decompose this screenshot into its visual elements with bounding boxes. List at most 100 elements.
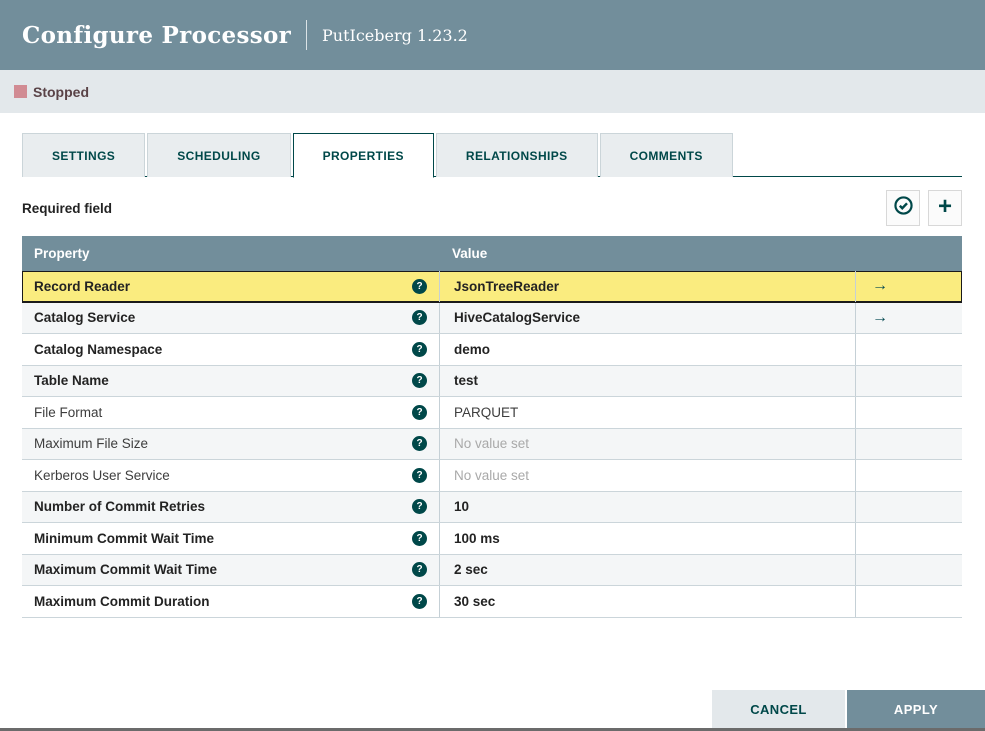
actions-cell: → [855, 397, 962, 428]
table-row[interactable]: Maximum Commit Wait Time ? 2 sec → [22, 554, 962, 586]
table-row[interactable]: Table Name ? test → [22, 365, 962, 397]
value-cell[interactable]: PARQUET [439, 397, 855, 428]
value-cell[interactable]: HiveCatalogService [439, 302, 855, 333]
go-to-service-icon[interactable]: → [872, 309, 888, 326]
actions-cell: → [855, 428, 962, 459]
property-name: Record Reader [34, 278, 131, 294]
value-cell[interactable]: 10 [439, 491, 855, 522]
property-name: Table Name [34, 373, 109, 389]
value-cell[interactable]: demo [439, 334, 855, 365]
property-name: Maximum Commit Duration [34, 593, 210, 609]
property-value: JsonTreeReader [454, 278, 560, 294]
apply-button[interactable]: APPLY [847, 690, 985, 728]
help-icon[interactable]: ? [412, 499, 427, 515]
actions-cell: → [855, 334, 962, 365]
property-cell: Record Reader ? [22, 271, 439, 302]
tab-comments[interactable]: COMMENTS [599, 133, 733, 177]
property-value: PARQUET [454, 404, 519, 420]
cancel-button[interactable]: CANCEL [712, 690, 845, 728]
required-field-label: Required field [22, 200, 113, 216]
help-icon[interactable]: ? [412, 373, 427, 389]
tab-properties[interactable]: PROPERTIES [292, 133, 434, 178]
verify-properties-icon [893, 195, 914, 221]
property-cell: Catalog Namespace ? [22, 334, 439, 365]
property-value: 10 [454, 499, 470, 515]
property-cell: File Format ? [22, 397, 439, 428]
property-name: Minimum Commit Wait Time [34, 530, 215, 546]
property-value: demo [454, 341, 491, 357]
properties-toolbar: Required field + [22, 190, 962, 226]
value-cell[interactable]: test [439, 365, 855, 396]
go-to-service-icon[interactable]: → [872, 278, 888, 294]
property-cell: Maximum Commit Wait Time ? [22, 555, 439, 586]
actions-cell: → [855, 460, 962, 491]
table-row[interactable]: Maximum Commit Duration ? 30 sec → [22, 586, 962, 618]
help-icon[interactable]: ? [412, 436, 427, 452]
property-name: Number of Commit Retries [34, 499, 206, 515]
property-name: Maximum Commit Wait Time [34, 562, 218, 578]
property-value: 100 ms [454, 530, 500, 546]
tab-label: SCHEDULING [177, 148, 261, 163]
help-icon[interactable]: ? [412, 404, 427, 420]
property-value: test [454, 373, 479, 389]
value-cell[interactable]: JsonTreeReader [439, 271, 855, 302]
property-name: Catalog Service [34, 310, 136, 326]
actions-cell: → [855, 365, 962, 396]
property-name: Kerberos User Service [34, 467, 170, 483]
property-name: Catalog Namespace [34, 341, 163, 357]
table-row[interactable]: Kerberos User Service ? No value set → [22, 460, 962, 492]
property-cell: Maximum Commit Duration ? [22, 586, 439, 617]
table-row[interactable]: Catalog Service ? HiveCatalogService → [22, 302, 962, 334]
property-name: File Format [34, 404, 103, 420]
table-row[interactable]: Record Reader ? JsonTreeReader → [22, 271, 962, 303]
toolbar-buttons: + [886, 190, 962, 226]
value-cell[interactable]: No value set [439, 428, 855, 459]
stopped-icon [14, 85, 27, 98]
dialog-header: Configure Processor PutIceberg 1.23.2 [0, 0, 985, 70]
value-cell[interactable]: 30 sec [439, 586, 855, 617]
table-row[interactable]: Maximum File Size ? No value set → [22, 428, 962, 460]
property-value: 30 sec [454, 593, 496, 609]
property-name: Maximum File Size [34, 436, 149, 452]
help-icon[interactable]: ? [412, 310, 427, 326]
tab-relationships[interactable]: RELATIONSHIPS [435, 133, 598, 177]
tab-scheduling[interactable]: SCHEDULING [147, 133, 291, 177]
table-row[interactable]: Catalog Namespace ? demo → [22, 334, 962, 366]
actions-cell: → [855, 491, 962, 522]
tab-settings[interactable]: SETTINGS [22, 133, 146, 177]
tab-label: COMMENTS [629, 148, 703, 163]
value-cell[interactable]: No value set [439, 460, 855, 491]
actions-cell: → [855, 271, 962, 302]
help-icon[interactable]: ? [412, 467, 427, 483]
property-value: No value set [454, 467, 530, 483]
properties-table: Property Value Record Reader ? JsonTreeR… [22, 236, 962, 618]
actions-cell: → [855, 302, 962, 333]
property-cell: Catalog Service ? [22, 303, 439, 334]
table-row[interactable]: Number of Commit Retries ? 10 → [22, 491, 962, 523]
help-icon[interactable]: ? [412, 530, 427, 546]
status-bar: Stopped [0, 70, 985, 113]
verify-properties-button[interactable] [886, 190, 920, 226]
add-property-button[interactable]: + [928, 190, 962, 226]
property-cell: Table Name ? [22, 366, 439, 397]
table-row[interactable]: Minimum Commit Wait Time ? 100 ms → [22, 523, 962, 555]
actions-cell: → [855, 523, 962, 554]
table-row[interactable]: File Format ? PARQUET → [22, 397, 962, 429]
help-icon[interactable]: ? [412, 562, 427, 578]
title-divider [306, 20, 308, 50]
help-icon[interactable]: ? [412, 341, 427, 357]
processor-type-version: PutIceberg 1.23.2 [322, 25, 468, 45]
property-value: HiveCatalogService [454, 310, 581, 326]
column-header-value: Value [452, 246, 488, 261]
property-cell: Minimum Commit Wait Time ? [22, 523, 439, 554]
tab-label: SETTINGS [52, 148, 116, 163]
actions-cell: → [855, 586, 962, 617]
help-icon[interactable]: ? [412, 593, 427, 609]
tab-bar: SETTINGS SCHEDULING PROPERTIES RELATIONSHIP… [22, 133, 962, 178]
value-cell[interactable]: 2 sec [439, 554, 855, 585]
help-icon[interactable]: ? [412, 278, 427, 294]
property-cell: Number of Commit Retries ? [22, 492, 439, 523]
status-label: Stopped [33, 83, 89, 100]
value-cell[interactable]: 100 ms [439, 523, 855, 554]
property-value: 2 sec [454, 562, 488, 578]
